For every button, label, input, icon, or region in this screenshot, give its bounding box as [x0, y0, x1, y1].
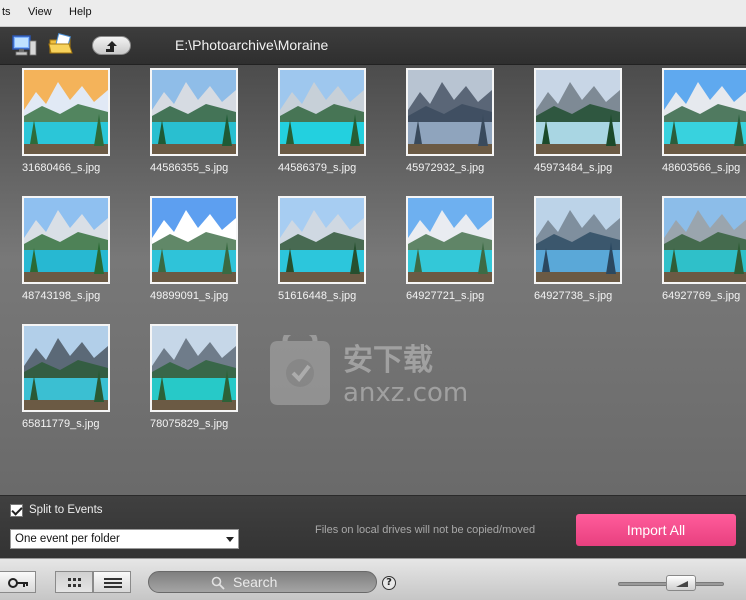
toolbar: E:\Photoarchive\Moraine [0, 27, 746, 65]
folder-path: E:\Photoarchive\Moraine [175, 37, 329, 53]
thumbnail-filename: 44586379_s.jpg [278, 162, 357, 174]
list-view-button[interactable] [93, 571, 131, 593]
search-icon [211, 576, 225, 590]
thumbnail-image[interactable] [150, 196, 238, 284]
watermark-text-cn: 安下载 [343, 343, 433, 378]
thumbnail-item[interactable]: 64927769_s.jpg [662, 196, 746, 302]
thumbnail-item[interactable]: 31680466_s.jpg [22, 68, 130, 174]
thumbnail-image[interactable] [534, 196, 622, 284]
chevron-down-icon [226, 537, 234, 542]
thumbnail-item[interactable]: 49899091_s.jpg [150, 196, 258, 302]
up-folder-button[interactable] [92, 36, 131, 55]
split-events-checkbox[interactable] [10, 504, 23, 517]
thumbnail-item[interactable]: 44586355_s.jpg [150, 68, 258, 174]
thumbnail-image[interactable] [406, 196, 494, 284]
search-placeholder: Search [233, 574, 278, 590]
thumbnail-image[interactable] [22, 196, 110, 284]
thumbnail-filename: 65811779_s.jpg [22, 418, 100, 430]
list-icon [104, 578, 122, 588]
thumbnail-item[interactable]: 45972932_s.jpg [406, 68, 514, 174]
thumbnail-gallery: 31680466_s.jpg 44586355_s.jpg 44586379_s.j… [0, 65, 746, 495]
thumbnail-item[interactable]: 64927738_s.jpg [534, 196, 642, 302]
thumbnail-filename: 48743198_s.jpg [22, 290, 101, 302]
thumbnail-item[interactable]: 45973484_s.jpg [534, 68, 642, 174]
help-icon[interactable]: ? [382, 576, 396, 590]
split-events-label: Split to Events [29, 504, 103, 516]
grid-icon [68, 578, 81, 587]
copy-note: Files on local drives will not be copied… [315, 524, 536, 536]
thumbnail-filename: 45972932_s.jpg [406, 162, 485, 174]
thumbnail-filename: 64927769_s.jpg [662, 290, 741, 302]
menu-item-tools[interactable]: ts [2, 6, 11, 18]
status-bar: Search ? [0, 558, 746, 600]
thumbnail-item[interactable]: 65811779_s.jpg [22, 324, 130, 430]
thumbnail-item[interactable]: 44586379_s.jpg [278, 68, 386, 174]
thumbnail-image[interactable] [662, 196, 746, 284]
key-button[interactable] [0, 571, 36, 593]
menu-item-help[interactable]: Help [69, 6, 92, 18]
thumbnail-item[interactable]: 48603566_s.jpg [662, 68, 746, 174]
thumbnail-image[interactable] [150, 68, 238, 156]
thumbnail-filename: 64927738_s.jpg [534, 290, 613, 302]
computer-icon[interactable] [10, 32, 38, 60]
thumbnail-filename: 64927721_s.jpg [406, 290, 485, 302]
zoom-slider-handle[interactable] [665, 575, 696, 591]
thumbnail-item[interactable]: 48743198_s.jpg [22, 196, 130, 302]
thumbnail-filename: 31680466_s.jpg [22, 162, 101, 174]
thumbnail-item[interactable]: 64927721_s.jpg [406, 196, 514, 302]
watermark-logo: 安下载 anxz.com [265, 328, 490, 408]
thumbnail-image[interactable] [662, 68, 746, 156]
thumbnail-image[interactable] [22, 68, 110, 156]
watermark-text-url: anxz.com [343, 378, 468, 407]
thumbnail-image[interactable] [150, 324, 238, 412]
thumbnail-filename: 44586355_s.jpg [150, 162, 229, 174]
event-mode-dropdown[interactable]: One event per folder [10, 529, 239, 549]
thumbnail-filename: 78075829_s.jpg [150, 418, 229, 430]
thumbnail-image[interactable] [22, 324, 110, 412]
key-icon [8, 578, 28, 588]
menu-item-view[interactable]: View [28, 6, 52, 18]
thumbnail-image[interactable] [278, 68, 366, 156]
thumbnail-item[interactable]: 78075829_s.jpg [150, 324, 258, 430]
event-mode-value: One event per folder [15, 533, 120, 545]
thumbnail-image[interactable] [278, 196, 366, 284]
thumbnail-filename: 45973484_s.jpg [534, 162, 613, 174]
menu-bar: ts View Help [0, 0, 746, 27]
thumbnail-image[interactable] [406, 68, 494, 156]
import-options-panel: Split to Events One event per folder Fil… [0, 495, 746, 558]
grid-view-button[interactable] [55, 571, 93, 593]
thumbnail-filename: 49899091_s.jpg [150, 290, 229, 302]
import-all-button[interactable]: Import All [576, 514, 736, 546]
up-arrow-icon [106, 41, 117, 52]
thumbnail-filename: 51616448_s.jpg [278, 290, 357, 302]
search-input[interactable]: Search [148, 571, 377, 593]
thumbnail-filename: 48603566_s.jpg [662, 162, 741, 174]
folder-icon[interactable] [47, 31, 75, 59]
thumbnail-image[interactable] [534, 68, 622, 156]
thumbnail-item[interactable]: 51616448_s.jpg [278, 196, 386, 302]
